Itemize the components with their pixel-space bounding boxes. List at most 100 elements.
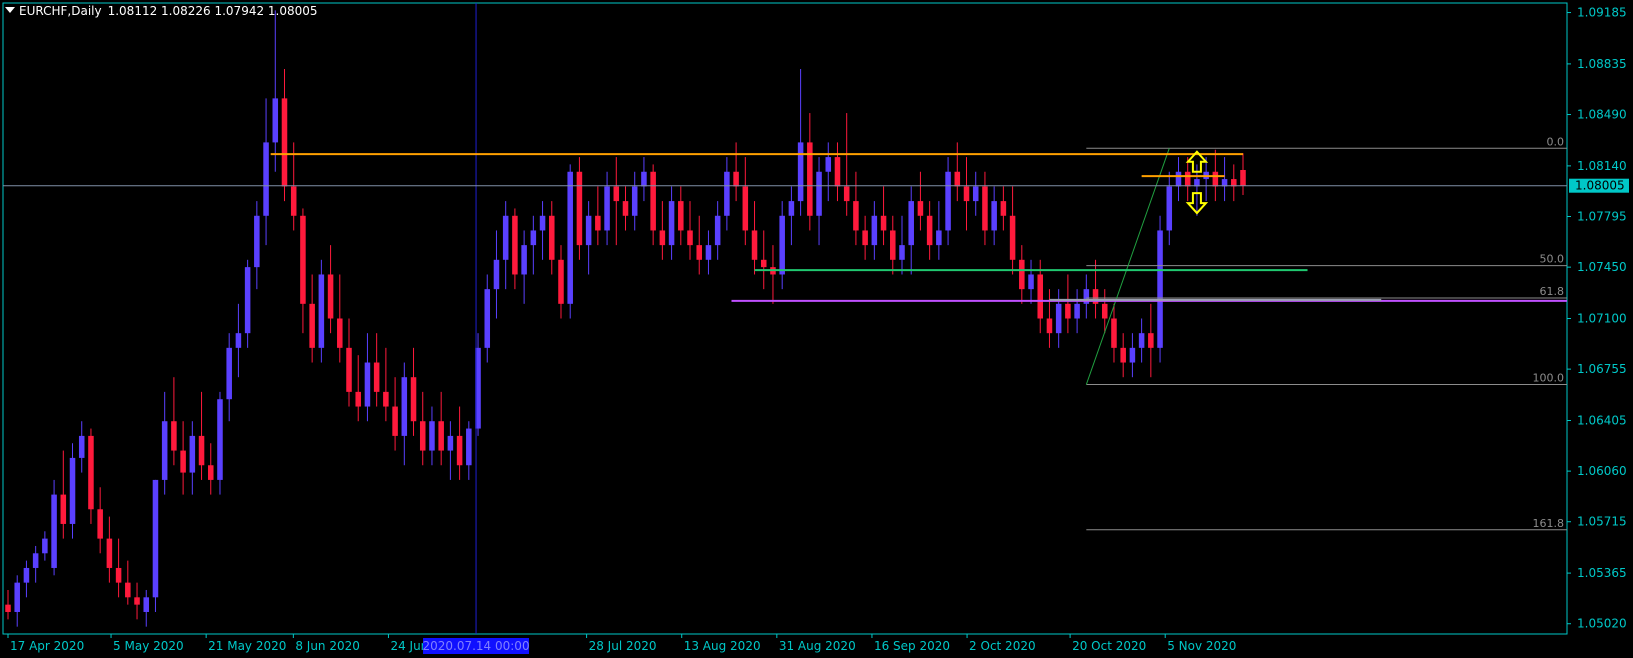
candle-body[interactable]: [917, 201, 924, 216]
candle-body[interactable]: [705, 245, 712, 260]
candle-body[interactable]: [779, 215, 785, 275]
candle-body[interactable]: [493, 259, 500, 290]
candle-body[interactable]: [1037, 274, 1044, 319]
candle-body[interactable]: [5, 604, 11, 612]
candle-body[interactable]: [14, 582, 20, 612]
candle-body[interactable]: [899, 245, 905, 260]
candle-body[interactable]: [991, 201, 997, 231]
candle-body[interactable]: [622, 201, 629, 216]
candle-body[interactable]: [825, 157, 832, 172]
candle-body[interactable]: [198, 435, 205, 466]
candle-body[interactable]: [853, 201, 859, 231]
candle-body[interactable]: [659, 230, 666, 246]
candle-body[interactable]: [318, 274, 325, 348]
candle-body[interactable]: [696, 245, 702, 260]
candle-body[interactable]: [327, 274, 334, 319]
candle-body[interactable]: [714, 215, 721, 246]
candle-body[interactable]: [567, 171, 573, 304]
candle-body[interactable]: [300, 215, 306, 304]
candle-body[interactable]: [438, 421, 444, 451]
candle-body[interactable]: [1148, 333, 1154, 348]
candle-body[interactable]: [760, 259, 767, 268]
candle-body[interactable]: [272, 98, 279, 143]
candle-body[interactable]: [309, 303, 315, 348]
candle-body[interactable]: [926, 215, 933, 246]
candle-body[interactable]: [88, 435, 94, 510]
candle-body[interactable]: [862, 230, 868, 246]
candle-body[interactable]: [1065, 303, 1071, 319]
candle-body[interactable]: [355, 391, 361, 407]
candle-body[interactable]: [650, 171, 656, 231]
candle-body[interactable]: [466, 428, 472, 466]
candle-body[interactable]: [23, 567, 30, 583]
candle-body[interactable]: [521, 245, 527, 275]
candle-body[interactable]: [32, 553, 39, 568]
candle-body[interactable]: [161, 421, 168, 480]
candle-body[interactable]: [733, 171, 739, 187]
candle-body[interactable]: [244, 267, 251, 334]
candle-body[interactable]: [171, 421, 177, 451]
candle-body[interactable]: [613, 186, 620, 202]
candle-body[interactable]: [226, 347, 232, 400]
candle-body[interactable]: [945, 171, 951, 231]
candle-body[interactable]: [668, 201, 675, 246]
candle-body[interactable]: [392, 406, 398, 436]
candle-body[interactable]: [871, 215, 878, 246]
candle-body[interactable]: [143, 597, 150, 612]
candle-body[interactable]: [401, 377, 408, 436]
candle-body[interactable]: [972, 186, 979, 202]
candle-body[interactable]: [1101, 303, 1108, 319]
candle-body[interactable]: [502, 215, 509, 260]
candle-body[interactable]: [1138, 333, 1145, 348]
candle-body[interactable]: [115, 567, 122, 583]
candle-body[interactable]: [678, 201, 684, 231]
candle-body[interactable]: [364, 362, 371, 407]
candle-body[interactable]: [180, 450, 186, 473]
candle-body[interactable]: [383, 391, 389, 407]
candle-body[interactable]: [1028, 274, 1034, 290]
candle-body[interactable]: [880, 215, 887, 231]
candle-body[interactable]: [530, 230, 537, 246]
candle-body[interactable]: [1166, 186, 1173, 231]
candle-body[interactable]: [410, 377, 417, 422]
candle-body[interactable]: [1046, 318, 1053, 334]
candle-body[interactable]: [1175, 171, 1182, 187]
candle-body[interactable]: [963, 186, 970, 202]
candle-body[interactable]: [595, 215, 601, 231]
candle-body[interactable]: [1157, 230, 1163, 348]
candle-body[interactable]: [512, 215, 518, 275]
candle-body[interactable]: [484, 289, 491, 348]
candle-body[interactable]: [337, 318, 343, 348]
candle-body[interactable]: [60, 494, 67, 524]
candle-body[interactable]: [585, 215, 592, 246]
candle-body[interactable]: [207, 465, 214, 480]
candle-body[interactable]: [97, 509, 103, 539]
candle-body[interactable]: [1240, 169, 1246, 186]
candle-body[interactable]: [751, 230, 758, 260]
candle-body[interactable]: [576, 171, 583, 246]
candle-body[interactable]: [51, 494, 57, 568]
candle-body[interactable]: [954, 171, 961, 187]
candle-body[interactable]: [346, 347, 352, 392]
candle-body[interactable]: [69, 457, 76, 524]
candle-body[interactable]: [1129, 347, 1136, 363]
candle-body[interactable]: [936, 230, 942, 246]
candle-body[interactable]: [641, 171, 647, 187]
candle-body[interactable]: [1184, 171, 1191, 187]
candle-body[interactable]: [687, 230, 693, 246]
candle-body[interactable]: [125, 582, 131, 598]
candle-body[interactable]: [373, 362, 380, 392]
candle-body[interactable]: [263, 142, 269, 216]
candlestick-chart[interactable]: 0.0 50.0 61.8 100.0 161.8 1.09185 1.08835 1.084…: [0, 0, 1633, 658]
candle-body[interactable]: [631, 186, 638, 216]
candle-body[interactable]: [816, 171, 822, 216]
candle-body[interactable]: [419, 421, 426, 451]
candle-body[interactable]: [558, 259, 564, 304]
candle-body[interactable]: [788, 201, 795, 216]
candle-body[interactable]: [189, 435, 196, 473]
candle-body[interactable]: [539, 215, 546, 231]
candle-body[interactable]: [834, 157, 841, 187]
candle-body[interactable]: [1074, 303, 1080, 319]
candle-body[interactable]: [106, 538, 113, 568]
candle-body[interactable]: [549, 215, 555, 260]
